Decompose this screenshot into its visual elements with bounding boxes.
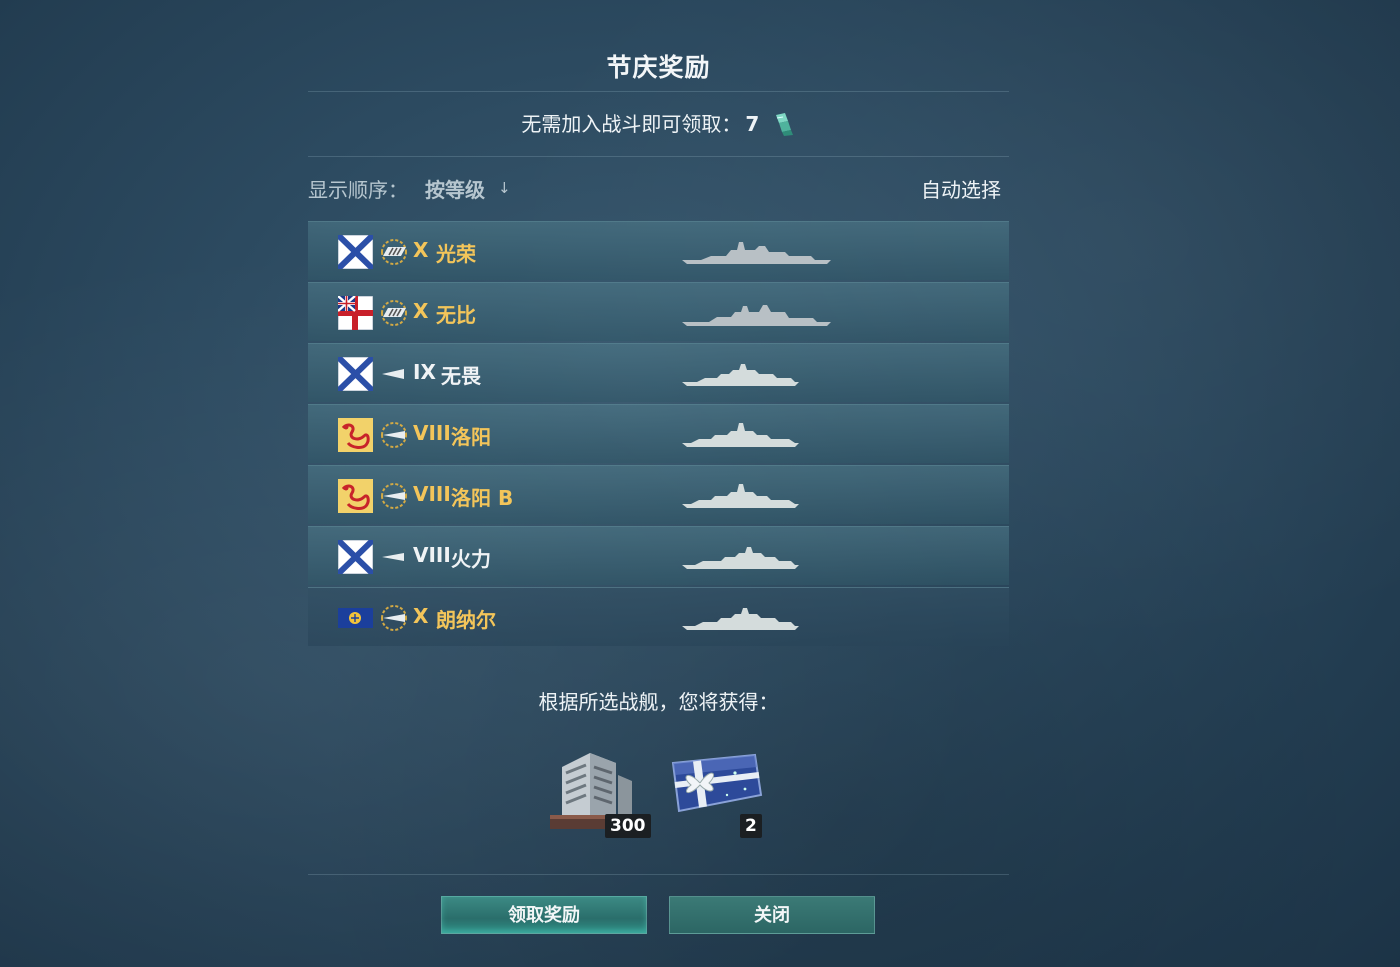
- ship-tier: X: [413, 604, 429, 628]
- ship-row[interactable]: X 光荣: [308, 221, 1009, 280]
- container-token-icon: [775, 113, 793, 136]
- ship-silhouette-icon: [682, 364, 799, 386]
- gift-container-icon: [671, 753, 763, 813]
- claim-reward-button[interactable]: 领取奖励: [441, 896, 647, 934]
- destroyer-premium-icon: [381, 422, 407, 448]
- sort-bar: 显示顺序： 按等级 ↓ 自动选择: [308, 174, 1009, 206]
- ship-row[interactable]: VIII 洛阳 B: [308, 465, 1009, 524]
- free-claim-info: 无需加入战斗即可领取： 7: [308, 108, 1009, 137]
- cruiser-icon: [382, 369, 404, 379]
- ship-silhouette-icon: [682, 423, 799, 447]
- reward-count: 300: [605, 814, 651, 838]
- close-button[interactable]: 关闭: [669, 896, 875, 934]
- sort-label: 显示顺序：: [308, 178, 408, 202]
- festive-reward-dialog: 节庆奖励 无需加入战斗即可领取： 7 显示顺序： 按等级 ↓ 自动选择 X 光荣…: [308, 0, 1009, 967]
- free-claim-label: 无需加入战斗即可领取：: [521, 112, 742, 136]
- pan-asia-dragon-flag-icon: [338, 418, 373, 452]
- ship-tier: VIII: [413, 482, 451, 506]
- commonwealth-flag-icon: [338, 608, 373, 628]
- ship-name: 洛阳 B: [451, 486, 514, 510]
- ship-row[interactable]: X 朗纳尔: [308, 587, 1009, 646]
- ship-silhouette-icon: [682, 608, 799, 630]
- russia-naval-flag-icon: [338, 357, 373, 391]
- destroyer-icon: [382, 553, 404, 561]
- russia-naval-flag-icon: [338, 540, 373, 574]
- battleship-premium-icon: [381, 300, 407, 326]
- ship-name: 无比: [436, 303, 476, 327]
- ship-tier: IX: [413, 360, 436, 384]
- ship-row[interactable]: VIII 洛阳: [308, 404, 1009, 463]
- dialog-title: 节庆奖励: [606, 53, 711, 82]
- reward-steel: 300: [546, 745, 651, 839]
- ship-row[interactable]: IX 无畏: [308, 343, 1009, 402]
- ship-name: 洛阳: [451, 425, 491, 449]
- ship-name: 火力: [451, 547, 491, 571]
- auto-select-button[interactable]: 自动选择: [921, 174, 1001, 203]
- battleship-premium-icon: [381, 239, 407, 265]
- divider: [308, 91, 1009, 92]
- ship-tier: X: [413, 238, 429, 262]
- ship-silhouette-icon: [682, 547, 799, 569]
- ship-silhouette-icon: [682, 242, 831, 264]
- ship-name: 朗纳尔: [436, 608, 496, 632]
- russia-naval-flag-icon: [338, 235, 373, 269]
- ship-row[interactable]: VIII 火力: [308, 526, 1009, 585]
- destroyer-premium-icon: [381, 483, 407, 509]
- sort-arrow-icon[interactable]: ↓: [498, 179, 511, 197]
- ship-silhouette-icon: [682, 305, 831, 326]
- sort-order-dropdown[interactable]: 按等级: [425, 174, 485, 203]
- pan-asia-dragon-flag-icon: [338, 479, 373, 513]
- divider: [308, 156, 1009, 157]
- ship-row[interactable]: X 无比: [308, 282, 1009, 341]
- uk-white-ensign-flag-icon: [338, 296, 373, 330]
- ship-tier: VIII: [413, 421, 451, 445]
- ship-name: 光荣: [436, 242, 476, 266]
- reward-count: 2: [740, 814, 762, 838]
- reward-caption: 根据所选战舰，您将获得：: [538, 690, 779, 714]
- free-claim-count: 7: [745, 112, 760, 136]
- ship-silhouette-icon: [682, 484, 799, 508]
- reward-container: 2: [667, 745, 765, 838]
- ship-tier: VIII: [413, 543, 451, 567]
- destroyer-premium-icon: [381, 605, 407, 631]
- ship-name: 无畏: [441, 364, 481, 388]
- ship-tier: X: [413, 299, 429, 323]
- ship-list: X 光荣 X 无比 IX 无畏 VIII 洛阳 VIII 洛阳 B VIII 火…: [308, 221, 1009, 648]
- divider: [308, 874, 1009, 875]
